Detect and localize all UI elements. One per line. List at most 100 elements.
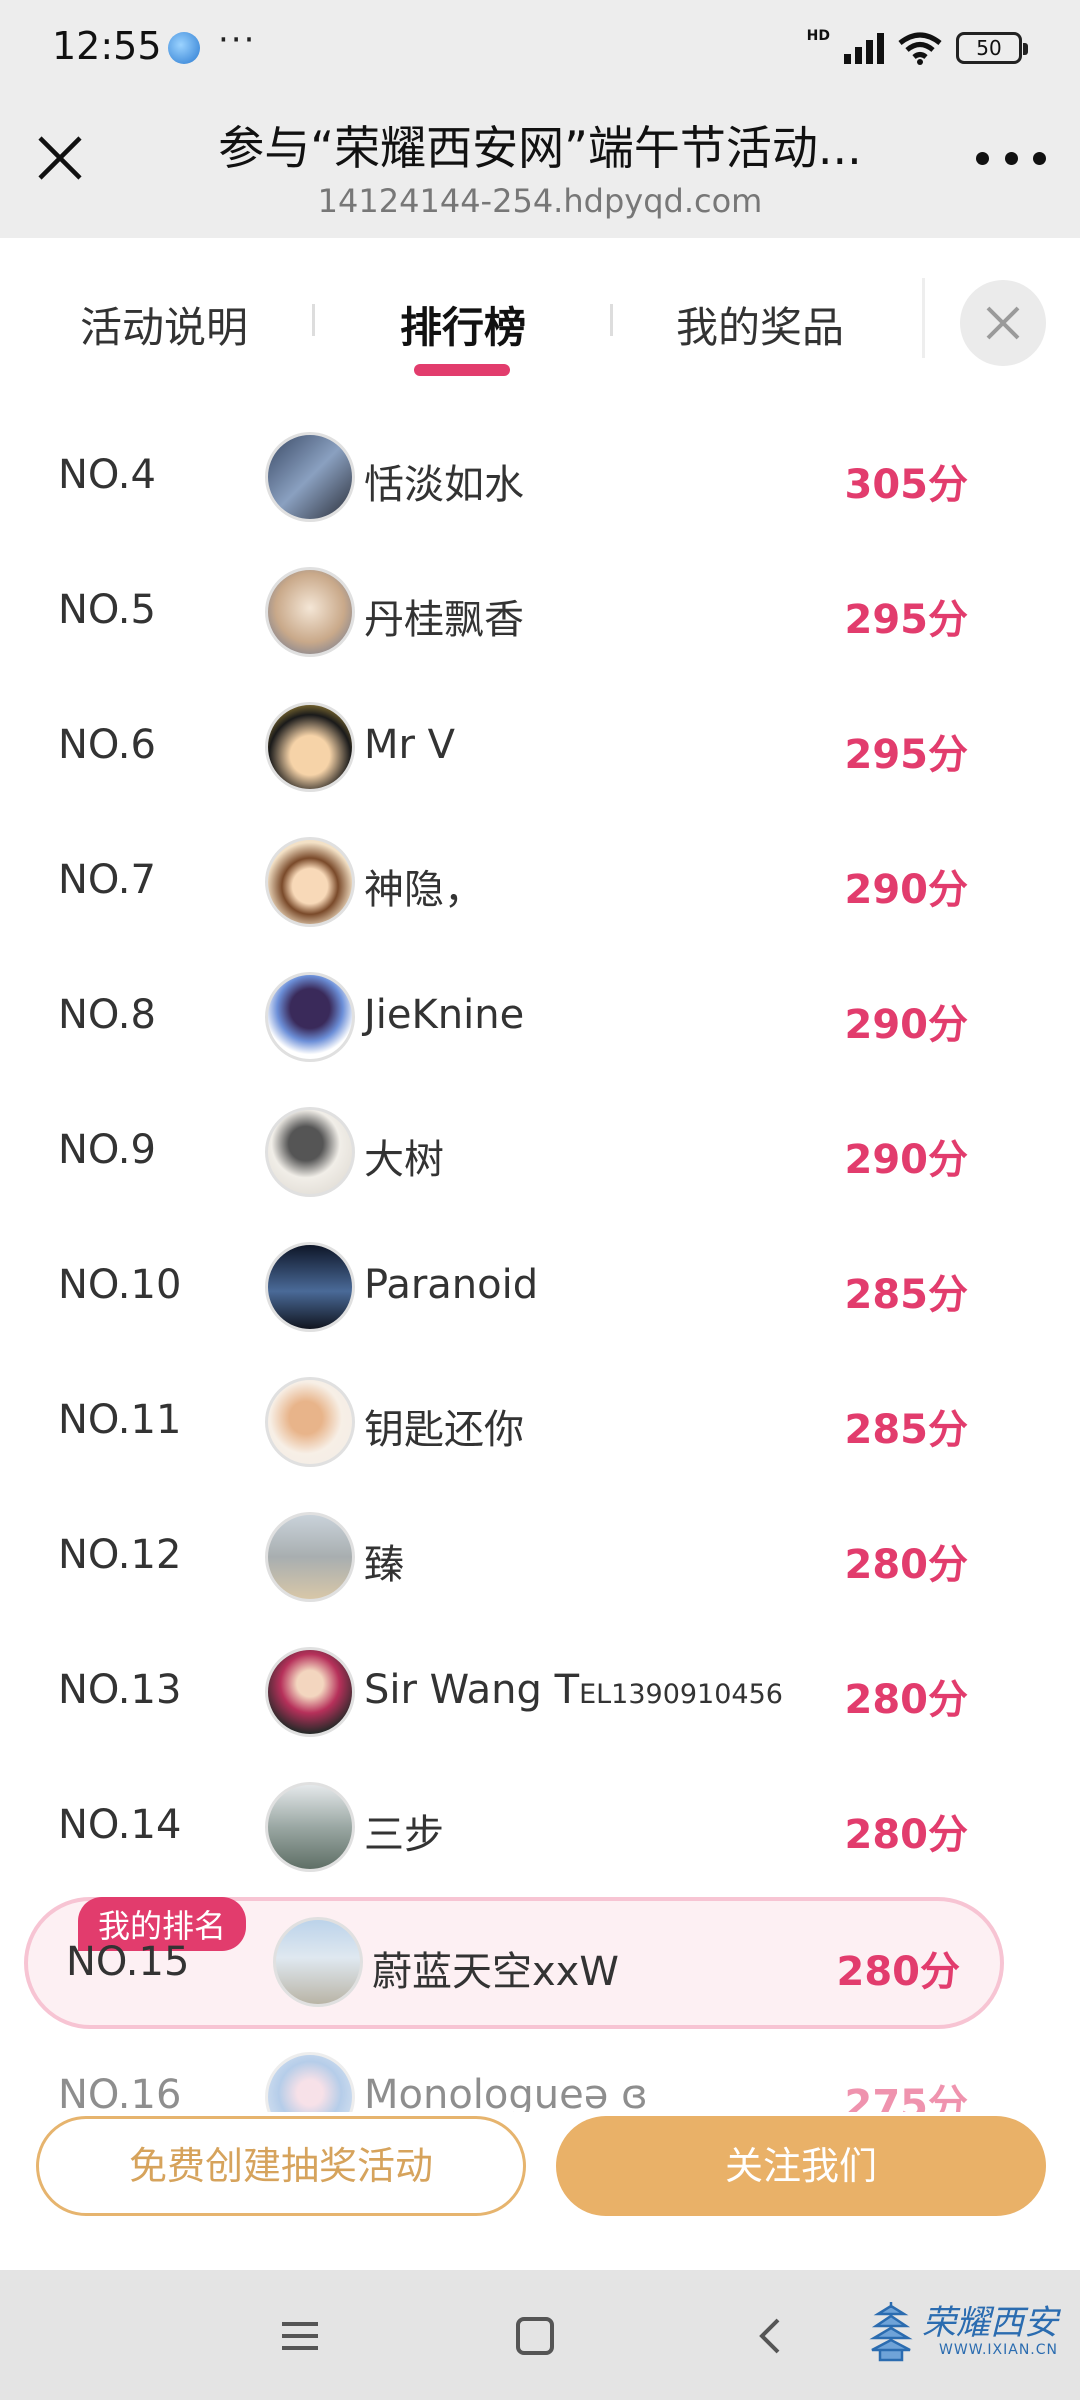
panel-close-button[interactable] [960, 280, 1046, 366]
leaderboard-row: NO.5 丹桂飘香 295分 [0, 545, 1080, 680]
score-value: 295分 [844, 597, 969, 643]
leaderboard-row: NO.8 JieKnine 290分 [0, 950, 1080, 1085]
rank-label: NO.15 [66, 1939, 190, 1985]
active-tab-indicator [414, 364, 510, 376]
user-name: 蔚蓝天空xxW [372, 1949, 619, 1995]
status-time: 12:55 [52, 24, 162, 68]
score-value: 290分 [844, 1137, 969, 1183]
score-value: 295分 [844, 732, 969, 778]
tab-leaderboard[interactable]: 排行榜 [400, 294, 526, 355]
user-name: JieKnine [364, 992, 525, 1038]
rank-label: NO.16 [58, 2072, 182, 2112]
signal-icon [844, 32, 884, 64]
user-name: 钥匙还你 [364, 1407, 524, 1453]
avatar [265, 702, 355, 792]
user-name: Sir Wang TEL1390910456 [364, 1667, 783, 1713]
user-name: Paranoid [364, 1262, 539, 1308]
close-icon[interactable] [30, 128, 90, 188]
leaderboard-row: NO.14 三步 280分 [0, 1760, 1080, 1895]
tab-activity-info[interactable]: 活动说明 [80, 294, 248, 355]
menu-icon[interactable] [270, 2306, 330, 2366]
rank-label: NO.12 [58, 1532, 182, 1578]
avatar [265, 972, 355, 1062]
score-value: 285分 [844, 1272, 969, 1318]
home-icon[interactable] [505, 2306, 565, 2366]
more-notifications-icon: ··· [218, 20, 257, 60]
site-watermark: 荣耀西安 WWW.IXIAN.CN [868, 2300, 1058, 2362]
status-bar: 12:55 ··· HD 50 [0, 0, 1080, 98]
rank-label: NO.11 [58, 1397, 182, 1443]
page-url: 14124144-254.hdpyqd.com [317, 182, 763, 220]
pagoda-logo-icon [869, 2302, 913, 2362]
leaderboard-row: NO.10 Paranoid 285分 [0, 1220, 1080, 1355]
avatar [265, 1647, 355, 1737]
avatar [265, 837, 355, 927]
my-rank-row: 我的排名 NO.15 蔚蓝天空xxW 280分 [24, 1897, 1004, 2029]
avatar [265, 1107, 355, 1197]
user-name: Monologueə ɞ [364, 2072, 648, 2112]
leaderboard-row: NO.12 臻 280分 [0, 1490, 1080, 1625]
leaderboard-row: NO.9 大树 290分 [0, 1085, 1080, 1220]
avatar [265, 1782, 355, 1872]
rank-label: NO.14 [58, 1802, 182, 1848]
wifi-icon [898, 32, 942, 65]
user-name-main: Sir Wang T [364, 1667, 580, 1713]
avatar [265, 2052, 355, 2112]
follow-us-button[interactable]: 关注我们 [556, 2116, 1046, 2216]
score-value: 305分 [844, 462, 969, 508]
watermark-url: WWW.IXIAN.CN [939, 2342, 1058, 2358]
back-icon[interactable] [740, 2306, 800, 2366]
browser-title-bar: 参与“荣耀西安网”端午节活动... 14124144-254.hdpyqd.co… [0, 98, 1080, 238]
tab-bar: 活动说明 排行榜 我的奖品 [0, 238, 1080, 378]
rank-label: NO.10 [58, 1262, 182, 1308]
app-screen: { "status_bar": { "time": "12:55", "dots… [0, 0, 1080, 2400]
score-value: 290分 [844, 867, 969, 913]
rank-label: NO.8 [58, 992, 156, 1038]
user-name-suffix: EL1390910456 [579, 1679, 783, 1710]
action-bar: 免费创建抽奖活动 关注我们 [0, 2112, 1080, 2270]
close-icon [986, 306, 1020, 340]
score-value: 285分 [844, 1407, 969, 1453]
avatar [265, 567, 355, 657]
tab-my-prizes[interactable]: 我的奖品 [676, 294, 844, 355]
leaderboard-row: NO.6 Mr V 295分 [0, 680, 1080, 815]
tab-divider [610, 304, 613, 336]
user-name: 大树 [364, 1137, 444, 1183]
avatar [273, 1917, 363, 2007]
leaderboard-row: NO.7 神隐， 290分 [0, 815, 1080, 950]
leaderboard-row: NO.4 恬淡如水 305分 [0, 410, 1080, 545]
watermark-text: 荣耀西安 [922, 2303, 1058, 2343]
score-value: 290分 [844, 1002, 969, 1048]
avatar [265, 1512, 355, 1602]
app-notification-icon [168, 32, 200, 64]
user-name: Mr V [364, 722, 456, 768]
user-name: 神隐， [364, 867, 484, 913]
score-value: 275分 [844, 2082, 969, 2112]
leaderboard-row: NO.16 Monologueə ɞ 275分 [0, 2030, 1080, 2112]
more-menu-icon[interactable] [976, 148, 1046, 168]
hd-label: HD [806, 28, 830, 44]
create-lottery-button[interactable]: 免费创建抽奖活动 [36, 2116, 526, 2216]
rank-label: NO.7 [58, 857, 156, 903]
rank-label: NO.13 [58, 1667, 182, 1713]
avatar [265, 1377, 355, 1467]
rank-label: NO.5 [58, 587, 156, 633]
leaderboard-row: NO.11 钥匙还你 285分 [0, 1355, 1080, 1490]
score-value: 280分 [844, 1812, 969, 1858]
page-title: 参与“荣耀西安网”端午节活动... [218, 121, 862, 175]
avatar [265, 1242, 355, 1332]
user-name: 丹桂飘香 [364, 597, 524, 643]
rank-label: NO.4 [58, 452, 156, 498]
score-value: 280分 [836, 1949, 961, 1995]
avatar [265, 432, 355, 522]
user-name: 臻 [364, 1542, 404, 1588]
rank-label: NO.6 [58, 722, 156, 768]
score-value: 280分 [844, 1677, 969, 1723]
user-name: 三步 [364, 1812, 444, 1858]
leaderboard-row: NO.13 Sir Wang TEL1390910456 280分 [0, 1625, 1080, 1760]
system-nav-bar: 荣耀西安 WWW.IXIAN.CN [0, 2270, 1080, 2400]
rank-label: NO.9 [58, 1127, 156, 1173]
user-name: 恬淡如水 [364, 462, 524, 508]
status-icons: HD 50 [806, 28, 1028, 68]
tab-divider [922, 278, 925, 358]
